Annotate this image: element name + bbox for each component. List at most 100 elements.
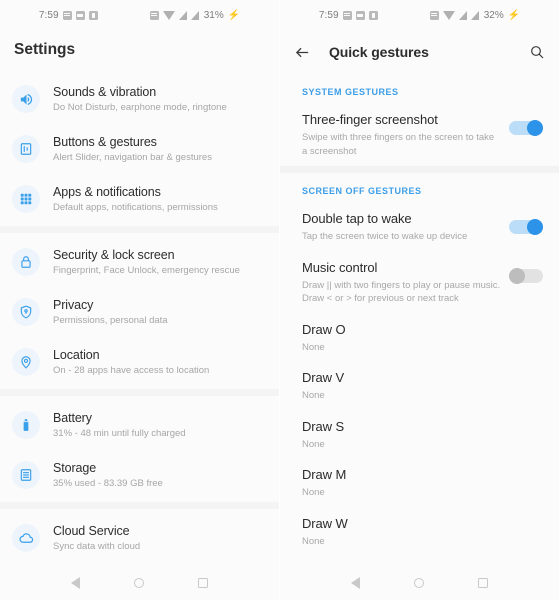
gesture-item-title: Three-finger screenshot xyxy=(302,112,438,127)
signal-icon xyxy=(178,10,187,20)
settings-group-2: Security & lock screen Fingerprint, Face… xyxy=(0,233,279,389)
home-circle-icon[interactable] xyxy=(414,578,424,588)
home-circle-icon[interactable] xyxy=(134,578,144,588)
back-triangle-icon[interactable] xyxy=(351,577,360,589)
toggle-three-finger-screenshot[interactable] xyxy=(509,120,543,136)
toggle-thumb xyxy=(509,267,525,284)
settings-item-title: Privacy xyxy=(53,298,94,312)
toggle-music-control[interactable] xyxy=(509,267,543,284)
status-bar-left-group: 7:59 xyxy=(319,10,378,21)
gesture-item-draw-w[interactable]: Draw W None xyxy=(280,508,559,557)
settings-item-buttons-gestures[interactable]: Buttons & gestures Alert Slider, navigat… xyxy=(0,124,279,174)
settings-item-subtitle: Fingerprint, Face Unlock, emergency resc… xyxy=(53,265,240,276)
back-triangle-icon[interactable] xyxy=(71,577,80,589)
gesture-item-three-finger-screenshot[interactable]: Three-finger screenshot Swipe with three… xyxy=(280,104,559,166)
toggle-thumb xyxy=(527,219,543,235)
settings-item-text: Storage 35% used - 83.39 GB free xyxy=(53,459,267,491)
settings-item-security-lock-screen[interactable]: Security & lock screen Fingerprint, Face… xyxy=(0,237,279,287)
settings-item-subtitle: Permissions, personal data xyxy=(53,315,168,326)
toggle-double-tap-to-wake[interactable] xyxy=(509,219,543,235)
search-icon[interactable] xyxy=(529,44,545,60)
settings-group-1: Sounds & vibration Do Not Disturb, earph… xyxy=(0,70,279,226)
settings-item-sounds-vibration[interactable]: Sounds & vibration Do Not Disturb, earph… xyxy=(0,74,279,124)
gesture-item-text: Draw V None xyxy=(302,369,543,403)
wifi-icon xyxy=(442,10,455,20)
page-title: Settings xyxy=(0,30,279,70)
settings-item-battery[interactable]: Battery 31% - 48 min until fully charged xyxy=(0,400,279,450)
settings-item-title: Storage xyxy=(53,461,97,475)
location-pin-icon xyxy=(12,348,40,376)
settings-item-storage[interactable]: Storage 35% used - 83.39 GB free xyxy=(0,450,279,500)
recents-square-icon[interactable] xyxy=(478,578,488,588)
gesture-item-draw-o[interactable]: Draw O None xyxy=(280,314,559,363)
gesture-item-draw-s[interactable]: Draw S None xyxy=(280,411,559,460)
settings-item-location[interactable]: Location On - 28 apps have access to loc… xyxy=(0,337,279,387)
nfc-icon xyxy=(429,10,439,20)
gesture-item-text: Three-finger screenshot Swipe with three… xyxy=(302,111,501,158)
cloud-icon xyxy=(12,524,40,552)
settings-item-subtitle: On - 28 apps have access to location xyxy=(53,365,210,376)
status-time: 7:59 xyxy=(318,9,339,21)
notification-lines-icon xyxy=(342,10,352,20)
settings-item-cloud-service[interactable]: Cloud Service Sync data with cloud xyxy=(0,513,279,563)
status-bar-right-group: 31% ⚡ xyxy=(149,9,241,21)
signal-icon-2 xyxy=(470,10,479,20)
gesture-item-music-control[interactable]: Music control Draw || with two fingers t… xyxy=(280,252,559,314)
dual-screenshot-container: 7:59 31% ⚡ Settings Sounds & vibration D… xyxy=(0,0,559,600)
gesture-item-text: Draw M None xyxy=(302,466,543,500)
gesture-item-title: Draw W xyxy=(302,515,348,531)
settings-item-text: Buttons & gestures Alert Slider, navigat… xyxy=(53,133,267,165)
settings-item-subtitle: Default apps, notifications, permissions xyxy=(53,202,218,213)
notification-card-icon xyxy=(88,10,98,20)
settings-item-text: Battery 31% - 48 min until fully charged xyxy=(53,409,267,441)
gesture-item-title: Double tap to wake xyxy=(302,211,412,226)
settings-list[interactable]: Sounds & vibration Do Not Disturb, earph… xyxy=(0,70,279,566)
toggle-thumb xyxy=(527,120,543,136)
gesture-item-subtitle: None xyxy=(302,438,325,450)
gesture-item-double-tap-to-wake[interactable]: Double tap to wake Tap the screen twice … xyxy=(280,203,559,252)
gesture-item-subtitle: None xyxy=(302,341,325,353)
settings-item-subtitle: Do Not Disturb, earphone mode, ringtone xyxy=(53,102,227,113)
back-arrow-icon[interactable] xyxy=(294,44,311,61)
section-header-screen-off-gestures: SCREEN OFF GESTURES xyxy=(302,186,422,196)
settings-item-title: Buttons & gestures xyxy=(53,135,157,149)
section-divider xyxy=(280,166,559,173)
gesture-item-title: Draw S xyxy=(302,418,345,434)
app-bar: Quick gestures xyxy=(280,30,559,74)
settings-item-privacy[interactable]: Privacy Permissions, personal data xyxy=(0,287,279,337)
gesture-item-draw-v[interactable]: Draw V None xyxy=(280,362,559,411)
apps-grid-icon xyxy=(12,185,40,213)
bolt-icon: ⚡ xyxy=(227,9,241,21)
settings-group-divider xyxy=(0,389,279,396)
volume-icon xyxy=(12,85,40,113)
settings-item-title: Apps & notifications xyxy=(53,185,161,199)
gesture-item-subtitle: None xyxy=(302,390,325,401)
gestures-list[interactable]: SYSTEM GESTURES Three-finger screenshot … xyxy=(280,74,559,566)
settings-group-4: Cloud Service Sync data with cloud Accou… xyxy=(0,509,279,566)
gesture-item-title: Music control xyxy=(302,259,378,275)
signal-icon xyxy=(458,10,467,20)
settings-item-subtitle: Sync data with cloud xyxy=(53,541,141,552)
settings-item-subtitle: Alert Slider, navigation bar & gestures xyxy=(53,152,212,163)
settings-item-subtitle: 35% used - 83.39 GB free xyxy=(53,478,163,489)
gesture-item-title: Draw V xyxy=(302,370,345,385)
gesture-item-draw-m[interactable]: Draw M None xyxy=(280,459,559,508)
status-bar-right: 7:59 32% ⚡ xyxy=(280,0,559,30)
gesture-item-title: Draw M xyxy=(302,467,347,482)
gesture-item-text: Double tap to wake Tap the screen twice … xyxy=(302,210,501,244)
bolt-icon: ⚡ xyxy=(507,9,521,21)
gesture-item-title: Draw O xyxy=(302,321,346,337)
lock-icon xyxy=(12,248,40,276)
settings-item-text: Apps & notifications Default apps, notif… xyxy=(53,183,267,215)
settings-item-apps-notifications[interactable]: Apps & notifications Default apps, notif… xyxy=(0,174,279,224)
gesture-item-subtitle: None xyxy=(302,487,325,498)
notification-card-icon xyxy=(368,10,378,20)
recents-square-icon[interactable] xyxy=(198,578,208,588)
settings-item-text: Sounds & vibration Do Not Disturb, earph… xyxy=(53,83,267,115)
settings-item-text: Location On - 28 apps have access to loc… xyxy=(53,346,267,378)
page-title: Quick gestures xyxy=(329,44,429,60)
battery-icon xyxy=(12,411,40,439)
settings-item-title: Location xyxy=(53,348,100,362)
storage-icon xyxy=(12,461,40,489)
quick-gestures-screen: 7:59 32% ⚡ Quick gestures SYSTEM GESTURE… xyxy=(280,0,559,600)
